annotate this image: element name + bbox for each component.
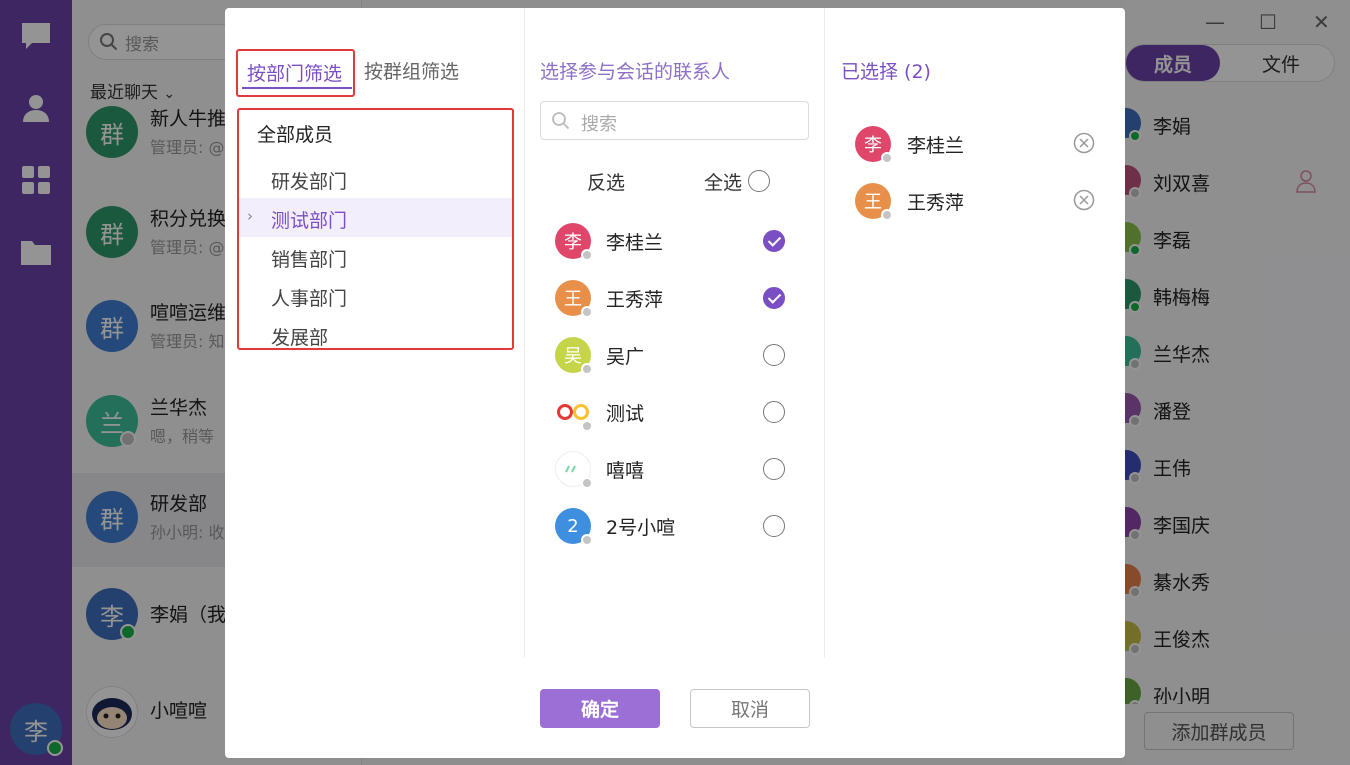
selected-contact-avatar-text: 李: [864, 135, 882, 156]
select-contacts-dialog: 按部门筛选 按群组筛选 全部成员 研发部门 › 测试部门销售部门人事部门发展部 选择…: [225, 8, 1125, 758]
active-tab-underline: [242, 87, 352, 89]
contact-avatar-text: 2: [567, 515, 579, 537]
contact-checkbox[interactable]: [763, 458, 785, 480]
selected-contact-status-dot: [881, 209, 893, 221]
contact-name: 李桂兰: [606, 232, 664, 254]
contact-name: 2号小喧: [606, 517, 676, 539]
department-label: 研发部门: [271, 171, 348, 193]
selected-count-title: 已选择 (2): [841, 61, 931, 83]
remove-circle-icon[interactable]: [1073, 189, 1095, 215]
contact-checkbox[interactable]: [763, 230, 785, 252]
contact-status-dot: [581, 420, 593, 432]
department-label: 发展部: [271, 327, 329, 349]
tab-filter-by-group[interactable]: 按群组筛选: [364, 57, 459, 84]
contact-avatar-text: 吴: [564, 346, 582, 367]
contacts-column-title: 选择参与会话的联系人: [540, 61, 731, 83]
remove-circle-icon[interactable]: [1073, 132, 1095, 158]
selected-contact-avatar-text: 王: [864, 192, 882, 213]
contacts-search-input[interactable]: 搜索: [540, 101, 809, 140]
double-ring-logo-icon: [557, 404, 589, 420]
selected-contact-name: 王秀萍: [907, 192, 965, 214]
search-icon: [552, 112, 570, 130]
contact-avatar-text: 王: [564, 289, 582, 310]
contact-item[interactable]: 2 2号小喧: [525, 506, 825, 563]
tab-filter-by-department[interactable]: 按部门筛选: [236, 49, 355, 97]
contacts-search-placeholder: 搜索: [581, 114, 617, 135]
contact-checkbox[interactable]: [763, 344, 785, 366]
selected-contact-status-dot: [881, 152, 893, 164]
contact-avatar-text: 李: [564, 232, 582, 253]
department-item[interactable]: › 测试部门: [239, 198, 512, 237]
contact-item[interactable]: 王 王秀萍: [525, 278, 825, 335]
department-label: 销售部门: [271, 249, 348, 271]
contact-status-dot: [581, 249, 593, 261]
selected-column: 已选择 (2) 李 李桂兰王 王秀萍: [825, 8, 1125, 658]
select-all-checkbox[interactable]: [748, 170, 770, 192]
department-list: 全部成员 研发部门 › 测试部门销售部门人事部门发展部: [237, 108, 514, 350]
invert-selection-button[interactable]: 反选: [587, 168, 625, 195]
selected-contact-item: 王 王秀萍: [825, 183, 1125, 240]
contact-item[interactable]: 李 李桂兰: [525, 221, 825, 278]
department-item[interactable]: 研发部门: [239, 159, 512, 198]
contact-name: 王秀萍: [606, 289, 664, 311]
contact-name: 吴广: [606, 346, 645, 368]
contact-status-dot: [581, 477, 593, 489]
contact-status-dot: [581, 306, 593, 318]
selected-contact-item: 李 李桂兰: [825, 126, 1125, 183]
selected-contact-name: 李桂兰: [907, 135, 965, 157]
department-all-members[interactable]: 全部成员: [257, 120, 333, 147]
cancel-button[interactable]: 取消: [690, 689, 810, 728]
contact-name: 嘻嘻: [606, 460, 645, 482]
contact-checkbox[interactable]: [763, 287, 785, 309]
department-item[interactable]: 发展部: [239, 315, 512, 349]
confirm-button[interactable]: 确定: [540, 689, 660, 728]
department-item[interactable]: 人事部门: [239, 276, 512, 315]
filter-column: 按部门筛选 按群组筛选 全部成员 研发部门 › 测试部门销售部门人事部门发展部: [225, 8, 525, 658]
quote-mark-icon: [565, 465, 576, 473]
contact-item[interactable]: 嘻嘻: [525, 449, 825, 506]
contact-status-dot: [581, 534, 593, 546]
tab-filter-by-department-label: 按部门筛选: [247, 63, 343, 85]
contact-status-dot: [581, 363, 593, 375]
contacts-column: 选择参与会话的联系人 搜索 反选 全选 李 李桂兰王 王秀萍吴 吴广测试嘻嘻 2 2号小喧: [525, 8, 825, 658]
contact-checkbox[interactable]: [763, 401, 785, 423]
department-label: 人事部门: [271, 288, 348, 310]
department-label: 测试部门: [271, 210, 348, 232]
contact-name: 测试: [606, 403, 645, 425]
contact-item[interactable]: 测试: [525, 392, 825, 449]
department-item[interactable]: 销售部门: [239, 237, 512, 276]
chevron-right-icon: ›: [247, 207, 253, 225]
contact-item[interactable]: 吴 吴广: [525, 335, 825, 392]
contact-checkbox[interactable]: [763, 515, 785, 537]
select-all-label[interactable]: 全选: [704, 168, 742, 195]
